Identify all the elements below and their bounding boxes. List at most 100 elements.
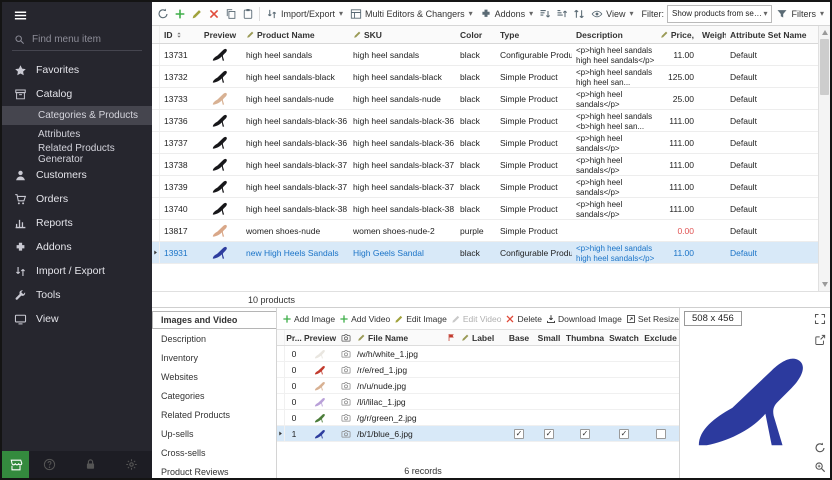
column-header-camera[interactable]	[337, 330, 354, 345]
copy-button[interactable]	[223, 4, 239, 24]
tab-websites[interactable]: Websites	[152, 368, 276, 386]
sidebar-item-reports[interactable]: Reports	[2, 211, 152, 235]
media-row-r-e-red-1-jpg[interactable]: 0/r/e/red_1.jpg	[277, 362, 679, 378]
column-header-weight[interactable]: Weight	[698, 26, 726, 43]
column-header-base[interactable]: Base	[504, 330, 534, 345]
checkbox-checked[interactable]: ✓	[514, 429, 524, 439]
tab-cross-sells[interactable]: Cross-sells	[152, 444, 276, 462]
media-row-b-1-blue-6-jpg[interactable]: 1/b/1/blue_6.jpg✓✓✓✓	[277, 426, 679, 442]
edit-video-button[interactable]: Edit Video	[451, 314, 502, 324]
column-header-exclude[interactable]: Exclude	[642, 330, 679, 345]
column-header-label[interactable]: Label	[458, 330, 504, 345]
vertical-scrollbar[interactable]	[818, 26, 830, 291]
add-image-button[interactable]: Add Image	[282, 314, 335, 324]
zoom-button[interactable]	[814, 461, 826, 473]
refresh-button[interactable]	[155, 4, 171, 24]
set-resize-rule-button[interactable]: Set Resize Rule	[626, 314, 679, 324]
sidebar-item-orders[interactable]: Orders	[2, 187, 152, 211]
multi-editors-menu-button[interactable]: Multi Editors & Changers ▾	[347, 4, 476, 24]
product-row-13739[interactable]: 13739high heel sandals-black-37high heel…	[152, 176, 818, 198]
product-row-13731[interactable]: 13731high heel sandalshigh heel sandalsb…	[152, 44, 818, 66]
column-header-thumbnail[interactable]: Thumbna	[564, 330, 606, 345]
product-row-13736[interactable]: 13736high heel sandals-black-36high heel…	[152, 110, 818, 132]
product-row-13740[interactable]: 13740high heel sandals-black-38high heel…	[152, 198, 818, 220]
column-header-description[interactable]: Description	[572, 26, 660, 43]
product-row-13931[interactable]: 13931new High Heels SandalsHigh Geels Sa…	[152, 242, 818, 264]
product-row-13737[interactable]: 13737high heel sandals-black-36high heel…	[152, 132, 818, 154]
column-header-preview[interactable]: Preview	[303, 330, 337, 345]
sidebar-item-view[interactable]: View	[2, 307, 152, 331]
checkbox-checked[interactable]: ✓	[580, 429, 590, 439]
column-header-swatch[interactable]: Swatch	[606, 330, 642, 345]
tab-inventory[interactable]: Inventory	[152, 349, 276, 367]
media-row-w-h-white-1-jpg[interactable]: 0/w/h/white_1.jpg	[277, 346, 679, 362]
sidebar-item-customers[interactable]: Customers	[2, 163, 152, 187]
addons-menu-button[interactable]: Addons ▾	[477, 4, 537, 24]
checkbox-checked[interactable]: ✓	[544, 429, 554, 439]
sidebar-item-attributes[interactable]: Attributes	[2, 125, 152, 144]
import-export-menu-button[interactable]: Import/Export ▾	[263, 4, 346, 24]
column-header-product-name[interactable]: Product Name	[242, 26, 349, 43]
sidebar-item-related-products-generator[interactable]: Related Products Generator	[2, 144, 152, 163]
product-row-13817[interactable]: 13817women shoes-nudewomen shoes-nude-2p…	[152, 220, 818, 242]
column-header-preview[interactable]: Preview	[198, 26, 242, 43]
refresh-preview-button[interactable]	[814, 442, 826, 454]
column-header-flag[interactable]	[444, 330, 458, 345]
edit-image-button[interactable]: Edit Image	[394, 314, 447, 324]
sidebar-search-input[interactable]: Find menu item	[12, 30, 142, 51]
column-header-type[interactable]: Type	[496, 26, 572, 43]
sidebar-item-import-export[interactable]: Import / Export	[2, 259, 152, 283]
sort-ascending-button[interactable]	[537, 4, 553, 24]
column-header-small[interactable]: Small	[534, 330, 564, 345]
scrollbar-thumb[interactable]	[820, 39, 829, 95]
add-product-button[interactable]	[172, 4, 188, 24]
view-menu-button[interactable]: View ▾	[588, 4, 636, 24]
settings-button[interactable]	[125, 458, 138, 471]
delete-image-button[interactable]: Delete	[505, 314, 542, 324]
column-header-sku[interactable]: SKU	[349, 26, 456, 43]
tab-product-reviews[interactable]: Product Reviews	[152, 463, 276, 478]
column-header-file-name[interactable]: File Name	[354, 330, 444, 345]
column-header-attribute-set-name[interactable]: Attribute Set Name	[726, 26, 818, 43]
tab-images-and-video[interactable]: Images and Video	[152, 311, 277, 329]
sidebar-item-tools[interactable]: Tools	[2, 283, 152, 307]
product-row-13732[interactable]: 13732high heel sandals-blackhigh heel sa…	[152, 66, 818, 88]
sidebar-item-categories-products[interactable]: Categories & Products	[2, 106, 152, 125]
menu-toggle-button[interactable]	[2, 2, 152, 29]
add-video-button[interactable]: Add Video	[339, 314, 390, 324]
paste-button[interactable]	[240, 4, 256, 24]
category-filter-select[interactable]: Show products from selected categories ▾	[667, 5, 772, 23]
delete-product-button[interactable]	[206, 4, 222, 24]
fullscreen-button[interactable]	[814, 313, 826, 325]
sort-descending-button[interactable]	[554, 4, 570, 24]
edit-product-button[interactable]	[189, 4, 205, 24]
swap-order-button[interactable]	[571, 4, 587, 24]
cell-small	[534, 394, 564, 409]
checkbox-checked[interactable]: ✓	[619, 429, 629, 439]
column-header-position[interactable]: Pr...	[285, 330, 303, 345]
sidebar-item-favorites[interactable]: Favorites	[2, 58, 152, 82]
product-row-13738[interactable]: 13738high heel sandals-black-37high heel…	[152, 154, 818, 176]
tab-up-sells[interactable]: Up-sells	[152, 425, 276, 443]
download-image-button[interactable]: Download Image	[546, 314, 622, 324]
tab-categories[interactable]: Categories	[152, 387, 276, 405]
column-header-id[interactable]: ID	[160, 26, 198, 43]
tab-related-products[interactable]: Related Products	[152, 406, 276, 424]
lock-button[interactable]	[84, 458, 97, 471]
sidebar-item-addons[interactable]: Addons	[2, 235, 152, 259]
column-header-color[interactable]: Color	[456, 26, 496, 43]
media-row-l-i-lilac-1-jpg[interactable]: 0/l/i/lilac_1.jpg	[277, 394, 679, 410]
media-row-g-r-green-2-jpg[interactable]: 0/g/r/green_2.jpg	[277, 410, 679, 426]
product-row-13733[interactable]: 13733high heel sandals-nudehigh heel san…	[152, 88, 818, 110]
help-button[interactable]	[43, 458, 56, 471]
column-header-price[interactable]: Price,	[660, 26, 698, 43]
cell-sku: high heel sandals-nude	[349, 88, 456, 109]
cell-product-name: high heel sandals-black-37	[242, 154, 349, 175]
checkbox-unchecked[interactable]	[656, 429, 666, 439]
filters-menu-button[interactable]: Filters ▾	[773, 4, 827, 24]
media-row-n-u-nude-jpg[interactable]: 0/n/u/nude.jpg	[277, 378, 679, 394]
sidebar-item-catalog[interactable]: Catalog	[2, 82, 152, 106]
cell-attribute-set-name: Default	[726, 88, 818, 109]
store-button[interactable]	[2, 451, 29, 478]
tab-description[interactable]: Description	[152, 330, 276, 348]
